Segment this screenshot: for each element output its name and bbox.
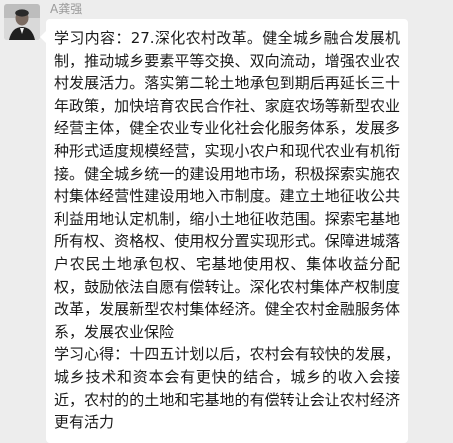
avatar[interactable] bbox=[4, 4, 40, 40]
message-bubble[interactable]: 学习内容：27.深化农村改革。健全城乡融合发展机制，推动城乡要素平等交换、双向流… bbox=[46, 19, 408, 443]
message-paragraph-content: 学习内容：27.深化农村改革。健全城乡融合发展机制，推动城乡要素平等交换、双向流… bbox=[54, 29, 400, 341]
user-photo-icon bbox=[4, 4, 40, 40]
sender-name: A龚强 bbox=[50, 2, 83, 16]
message-paragraph-reflection: 学习心得：十四五计划以后，农村会有较快的发展，城乡技术和资本会有更快的结合，城乡… bbox=[54, 345, 400, 432]
bubble-tail bbox=[40, 31, 46, 43]
message-bubble-container: 学习内容：27.深化农村改革。健全城乡融合发展机制，推动城乡要素平等交换、双向流… bbox=[40, 19, 408, 443]
